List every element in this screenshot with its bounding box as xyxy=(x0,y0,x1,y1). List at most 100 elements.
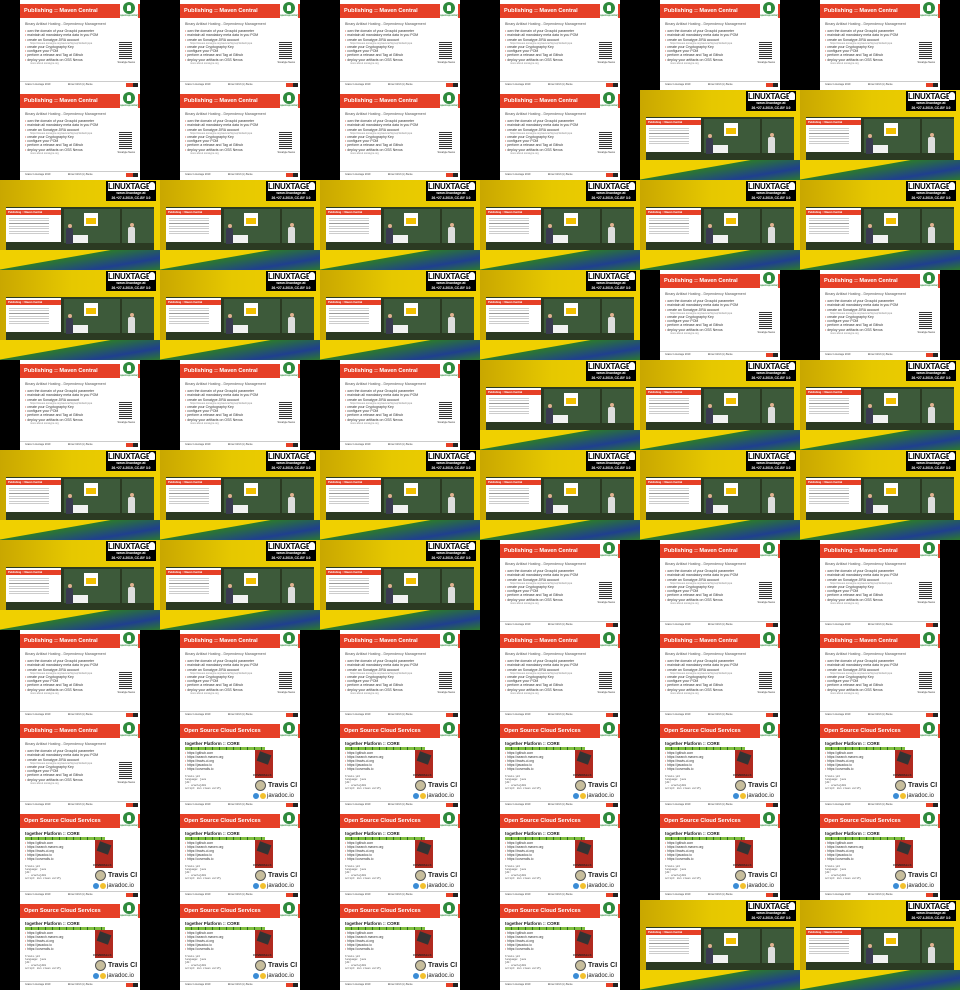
linuxtage-badge: LINUXTAGE www.linuxtage.at 26.+27.4.2019, … xyxy=(426,181,476,201)
badge-title: LINUXTAGE xyxy=(108,272,151,281)
linuxtage-badge: LINUXTAGE www.linuxtage.at 26.+27.4.2019, … xyxy=(586,451,636,471)
footer-logo-icon xyxy=(926,712,938,717)
javadoc-dot-icon xyxy=(413,973,419,979)
coveralls-label: COVERALLS xyxy=(253,953,272,957)
thumbnail-maven: Publishing :: Maven Central openrepositor… xyxy=(480,0,640,90)
javadoc-label: javadoc.io xyxy=(747,883,775,889)
speaker-figure xyxy=(768,493,775,513)
badge-date: 26.+27.4.2019, CC-BY 3.0 xyxy=(751,195,791,200)
slide-footer: Grazer Linuxtage 2019 Elmar Ulrich (L) Be… xyxy=(180,441,300,448)
speaker-body xyxy=(706,138,713,154)
badge-date: 26.+27.4.2019, CC-BY 3.0 xyxy=(271,555,311,560)
slide-footer: Grazer Linuxtage 2019 Elmar Ulrich (L) Be… xyxy=(500,621,620,628)
projected-slide: Publishing :: Maven Central xyxy=(166,478,221,512)
bullet-item: maintain all mandatory meta data in you … xyxy=(25,663,98,667)
bullet-list: own the domain of your GroupId parameter… xyxy=(505,119,578,155)
javadoc-dot-icon xyxy=(420,973,426,979)
bullet-list: own the domain of your GroupId parameter… xyxy=(665,299,738,335)
slide-subtitle: together Platform :: CORE xyxy=(505,741,560,746)
speaker-body xyxy=(66,228,73,244)
footer-author: Elmar Ulrich (L) Bente xyxy=(708,893,733,896)
logo-icon xyxy=(443,722,455,734)
travis-config-snippet: travis.yml language: java jdk: - oraclej… xyxy=(345,955,382,970)
slide-subtitle: together Platform :: CORE xyxy=(25,921,80,926)
slide-title: Publishing :: Maven Central xyxy=(344,98,418,104)
logo-label: openrepository xyxy=(440,104,459,107)
maven-slide: Publishing :: Maven Central openrepositor… xyxy=(500,630,620,720)
footer-logo-icon xyxy=(126,82,138,87)
stage-floor xyxy=(160,610,320,630)
speaker-figure xyxy=(866,224,873,244)
logo-icon xyxy=(763,542,775,554)
coveralls-label: COVERALLS xyxy=(93,863,112,867)
footer-event: Grazer Linuxtage 2019 xyxy=(505,983,531,986)
linuxtage-badge: LINUXTAGE www.linuxtage.at 26.+27.4.2019, … xyxy=(906,901,956,921)
coveralls-label: COVERALLS xyxy=(893,773,912,777)
projected-slide: Publishing :: Maven Central xyxy=(486,478,541,512)
lectern xyxy=(712,415,728,423)
openrepository-logo: openrepository xyxy=(280,0,299,20)
projected-title: Publishing :: Maven Central xyxy=(168,301,203,304)
logo-label: openrepository xyxy=(120,104,139,107)
thumbnail-cloud: Open Source Cloud Services openrepository… xyxy=(320,810,480,900)
javadoc-dot-icon xyxy=(260,883,266,889)
poster xyxy=(84,303,98,316)
footer-event: Grazer Linuxtage 2019 xyxy=(665,623,691,626)
speaker-figure xyxy=(546,494,553,514)
speaker-figure xyxy=(288,223,295,243)
poster xyxy=(884,483,898,496)
maven-slide: Publishing :: Maven Central openrepositor… xyxy=(20,0,140,90)
chalkboard xyxy=(602,299,634,333)
poster xyxy=(884,213,898,226)
openrepository-logo: openrepository xyxy=(600,630,619,650)
cloud-slide: Open Source Cloud Services openrepository… xyxy=(500,900,620,990)
projected-slide: Publishing :: Maven Central xyxy=(646,388,701,422)
poster xyxy=(84,213,98,226)
bullet-item: more about sonatype.org xyxy=(350,152,379,156)
projected-title-bar: Publishing :: Maven Central xyxy=(6,210,61,215)
build-status-bars xyxy=(665,837,745,840)
slide-footer: Grazer Linuxtage 2019 Elmar Ulrich (L) Be… xyxy=(660,891,780,898)
bullet-list: own the domain of your GroupId parameter… xyxy=(345,389,418,425)
speaker-figure xyxy=(386,314,393,334)
lectern xyxy=(552,505,568,513)
slide-footer: Grazer Linuxtage 2019 Elmar Ulrich (L) Be… xyxy=(20,981,140,988)
speaker-figure xyxy=(768,223,775,243)
openrepository-logo: openrepository xyxy=(120,810,139,830)
speaker-body xyxy=(706,948,713,964)
linuxtage-badge: LINUXTAGE www.linuxtage.at 26.+27.4.2019, … xyxy=(586,271,636,291)
footer-event: Grazer Linuxtage 2019 xyxy=(185,893,211,896)
chalkboard xyxy=(762,389,794,423)
projected-slide: Publishing :: Maven Central xyxy=(6,478,61,512)
bullet-item: more about sonatype.org xyxy=(670,692,699,696)
chalkboard xyxy=(922,209,954,243)
build-status-bars xyxy=(185,837,265,840)
coveralls-label: COVERALLS xyxy=(733,773,752,777)
logo-icon xyxy=(923,812,935,824)
projected-title-bar: Publishing :: Maven Central xyxy=(806,120,861,125)
service-url-list: https://github.comhttps://search.maven.o… xyxy=(825,841,863,862)
javadoc-label: javadoc.io xyxy=(107,973,135,979)
poster xyxy=(244,483,258,496)
service-url: https://coveralls.io xyxy=(25,857,63,862)
linuxtage-badge: LINUXTAGE www.linuxtage.at 26.+27.4.2019, … xyxy=(426,541,476,561)
travis-label: Travis CI xyxy=(108,962,138,969)
nexus-stack-icon xyxy=(439,672,452,690)
bullet-list: own the domain of your GroupId parameter… xyxy=(185,119,258,155)
maven-slide: Publishing :: Maven Central openrepositor… xyxy=(500,0,620,90)
bullet-item: more about sonatype.org xyxy=(350,422,379,426)
thumbnail-maven: Publishing :: Maven Central openrepositor… xyxy=(160,0,320,90)
stage-floor xyxy=(0,520,160,540)
maven-slide: Publishing :: Maven Central openrepositor… xyxy=(500,540,620,630)
footer-event: Grazer Linuxtage 2019 xyxy=(185,713,211,716)
logo-icon xyxy=(763,812,775,824)
chalkboard xyxy=(282,479,314,513)
slide-title: Open Source Cloud Services xyxy=(824,728,901,734)
logo-label: openrepository xyxy=(600,734,619,737)
stage-video-frame: Publishing :: Maven Central LINUXTAGE www.… xyxy=(640,90,800,180)
projected-text-lines xyxy=(809,398,849,416)
footer-event: Grazer Linuxtage 2019 xyxy=(25,443,51,446)
openrepository-logo: openrepository xyxy=(760,810,779,830)
projected-title: Publishing :: Maven Central xyxy=(648,931,683,934)
cloud-slide: Open Source Cloud Services openrepository… xyxy=(180,900,300,990)
